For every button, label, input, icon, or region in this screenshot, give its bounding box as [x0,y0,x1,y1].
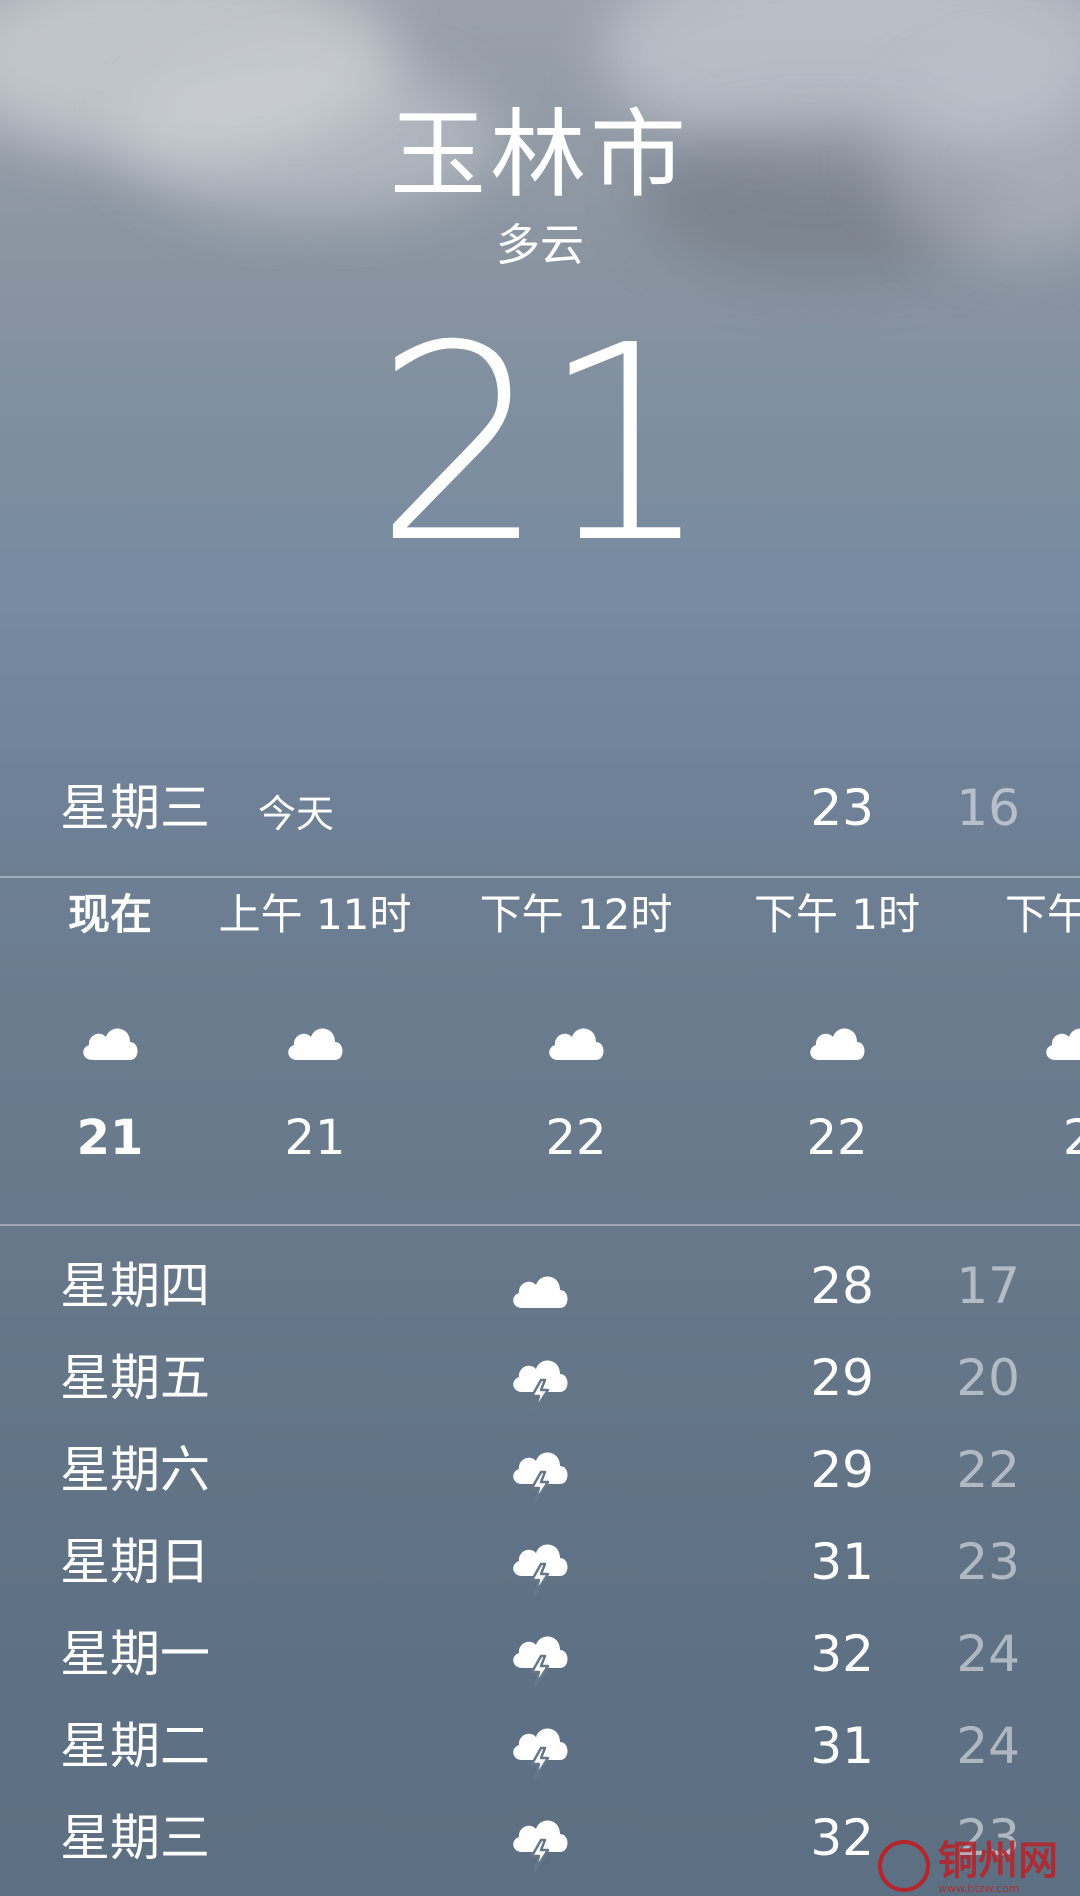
cloud-icon [1046,1028,1080,1060]
watermark-logo: 铜州网 www.btzw.com [878,1836,1078,1896]
daily-row: 星期五 29 20 [0,1332,1080,1424]
daily-high-temp: 31 [810,1717,874,1775]
daily-low-temp: 24 [956,1717,1020,1775]
cloud-icon [549,1028,604,1060]
daily-row: 星期日 31 23 [0,1516,1080,1608]
hourly-temp: 22 [545,1110,607,1166]
hourly-temp: 2 [1063,1110,1080,1166]
hourly-item: 上午 11时 21 [185,880,445,1210]
daily-low-temp: 22 [956,1441,1020,1499]
hourly-forecast[interactable]: 现在 21 上午 11时 21 下午 12时 22 下午 1时 22 下午 2 [0,880,1080,1210]
hourly-time: 上午 11时 [218,890,412,939]
thunderstorm-icon [513,1360,568,1412]
hourly-time: 下午 1时 [753,890,921,939]
thunderstorm-icon [513,1636,568,1688]
daily-day-name: 星期三 [60,1809,210,1867]
daily-high-temp: 29 [810,1441,874,1499]
daily-row: 星期四 28 17 [0,1240,1080,1332]
daily-high-temp: 29 [810,1349,874,1407]
city-name: 玉林市 [390,99,690,211]
daily-day-name: 星期四 [60,1257,210,1315]
hourly-temp: 21 [284,1110,346,1166]
weather-condition: 多云 [496,220,584,271]
daily-day-name: 星期六 [60,1441,210,1499]
daily-row: 星期二 31 24 [0,1700,1080,1792]
cloud-icon [513,1276,568,1308]
daily-day-name: 星期五 [60,1349,210,1407]
today-high-temp: 23 [810,779,874,837]
cloud-icon [810,1028,865,1060]
daily-day-name: 星期二 [60,1717,210,1775]
daily-low-temp: 20 [956,1349,1020,1407]
hourly-time: 下午 [1005,890,1080,939]
divider-bottom [0,1224,1080,1226]
today-day-name: 星期三 [60,779,210,837]
hourly-temp: 22 [806,1110,868,1166]
thunderstorm-icon [513,1452,568,1504]
daily-row: 星期一 32 24 [0,1608,1080,1700]
daily-high-temp: 32 [810,1809,874,1867]
daily-high-temp: 32 [810,1625,874,1683]
daily-high-temp: 31 [810,1533,874,1591]
watermark-url: www.btzw.com [938,1882,1020,1895]
daily-low-temp: 24 [956,1625,1020,1683]
hourly-time: 下午 12时 [479,890,673,939]
thunderstorm-icon [513,1728,568,1780]
hourly-item: 下午 2 [1005,880,1080,1210]
thunderstorm-icon [513,1820,568,1872]
today-label: 今天 [258,792,335,836]
hourly-item: 下午 1时 22 [707,880,967,1210]
seal-icon [878,1840,930,1892]
divider-top [0,876,1080,878]
daily-low-temp: 23 [956,1533,1020,1591]
daily-row: 星期六 29 22 [0,1424,1080,1516]
daily-low-temp: 17 [956,1257,1020,1315]
daily-day-name: 星期一 [60,1625,210,1683]
today-summary-row: 星期三 今天 23 16 [0,772,1080,844]
daily-day-name: 星期日 [60,1533,210,1591]
daily-high-temp: 28 [810,1257,874,1315]
cloud-icon [288,1028,343,1060]
today-low-temp: 16 [956,779,1020,837]
watermark-text: 铜州网 [938,1837,1058,1884]
hourly-item: 下午 12时 22 [446,880,706,1210]
thunderstorm-icon [513,1544,568,1596]
cloud-icon [83,1028,138,1060]
current-temperature: 21 [374,287,712,602]
